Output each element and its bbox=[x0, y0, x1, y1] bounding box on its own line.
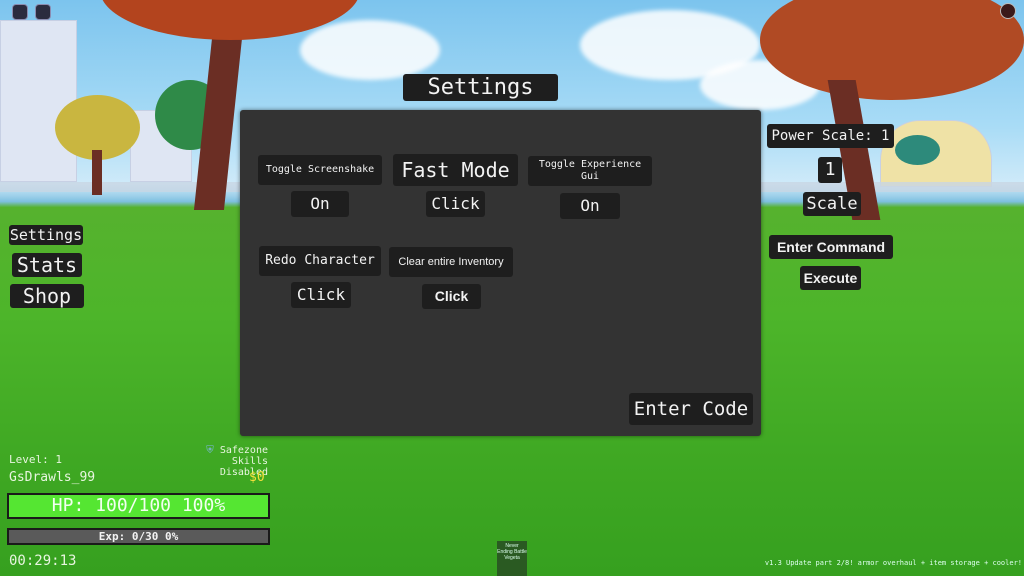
cloud bbox=[300, 20, 440, 80]
timer-text: 00:29:13 bbox=[9, 553, 77, 569]
chat-icon[interactable] bbox=[35, 4, 51, 20]
fast-mode-button[interactable]: Click bbox=[426, 191, 485, 217]
exp-text: Exp: 0/30 0% bbox=[98, 530, 179, 543]
tree-trunk bbox=[92, 150, 102, 195]
level-text: Level: 1 bbox=[9, 453, 62, 466]
money-text: $0 bbox=[249, 470, 265, 485]
center-badge: Never Ending Battle Vegeta bbox=[497, 541, 527, 576]
toggle-experience-gui-label: Toggle Experience Gui bbox=[528, 156, 652, 186]
settings-title: Settings bbox=[403, 74, 558, 101]
roblox-menu-icon[interactable] bbox=[12, 4, 28, 20]
shop-menu-button[interactable]: Shop bbox=[10, 284, 84, 308]
toggle-screenshake-button[interactable]: On bbox=[291, 191, 349, 217]
clear-inventory-label: Clear entire Inventory bbox=[389, 247, 513, 277]
username-text: GsDrawls_99 bbox=[9, 470, 96, 485]
safezone-label: Safezone Skills bbox=[219, 445, 268, 467]
stats-menu-button[interactable]: Stats bbox=[12, 253, 82, 277]
settings-panel: Toggle Screenshake On Fast Mode Click To… bbox=[240, 110, 761, 436]
version-text: v1.3 Update part 2/8! armor overhaul + i… bbox=[764, 559, 1022, 567]
power-scale-label: Power Scale: 1 bbox=[767, 124, 894, 148]
building bbox=[0, 20, 77, 182]
tree bbox=[895, 135, 940, 165]
clear-inventory-button[interactable]: Click bbox=[422, 284, 481, 309]
shield-icon: ⛨ bbox=[206, 445, 214, 456]
more-options-icon[interactable] bbox=[1000, 3, 1016, 19]
redo-character-button[interactable]: Click bbox=[291, 282, 351, 308]
hp-text: HP: 100/100 100% bbox=[51, 495, 226, 516]
toggle-experience-gui-button[interactable]: On bbox=[560, 193, 620, 219]
enter-command-input[interactable]: Enter Command bbox=[769, 235, 893, 259]
scale-button[interactable]: Scale bbox=[803, 192, 861, 216]
settings-menu-button[interactable]: Settings bbox=[9, 225, 83, 245]
fast-mode-label: Fast Mode bbox=[393, 154, 518, 186]
exp-bar: Exp: 0/30 0% bbox=[7, 528, 270, 545]
enter-code-input[interactable]: Enter Code bbox=[629, 393, 753, 425]
execute-button[interactable]: Execute bbox=[800, 266, 861, 290]
scale-value-input[interactable]: 1 bbox=[818, 157, 842, 183]
redo-character-label: Redo Character bbox=[259, 246, 381, 276]
hp-bar: HP: 100/100 100% bbox=[7, 493, 270, 519]
toggle-screenshake-label: Toggle Screenshake bbox=[258, 155, 382, 185]
